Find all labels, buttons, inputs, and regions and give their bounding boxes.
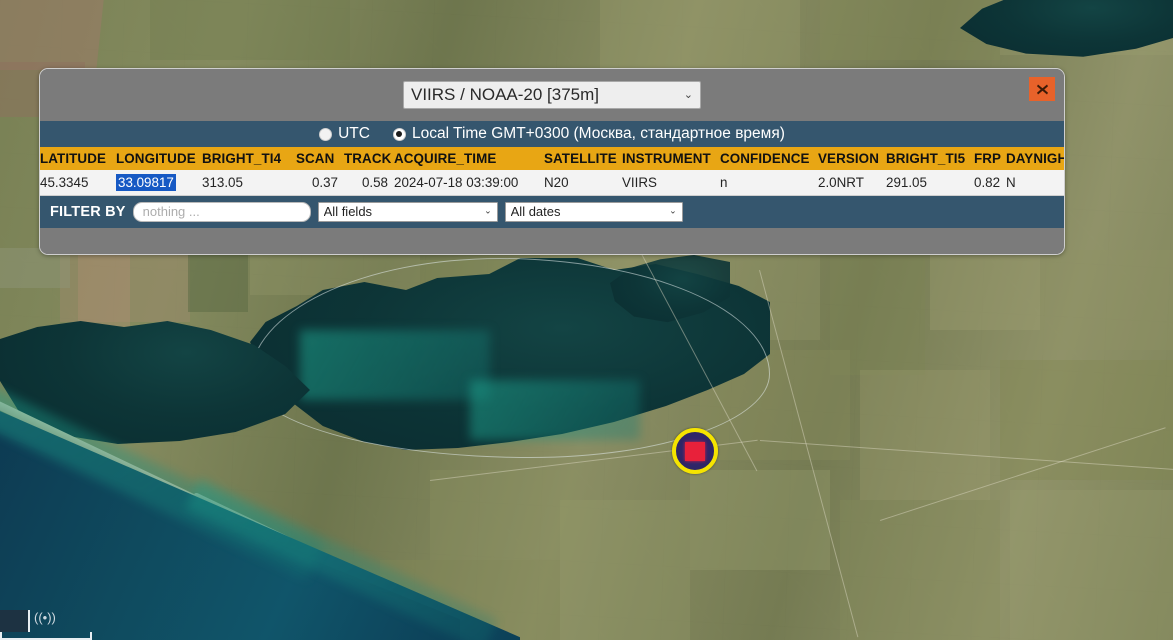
map-field-patch xyxy=(840,500,1000,640)
col-frp[interactable]: FRP xyxy=(974,147,1006,170)
cell-frp[interactable]: 0.82 xyxy=(974,170,1006,196)
map-field-patch xyxy=(560,500,690,640)
fields-select[interactable]: All fields xyxy=(317,201,498,222)
map-scale-tick xyxy=(90,632,92,640)
col-satellite[interactable]: SATELLITE xyxy=(544,147,622,170)
cell-bright-ti5[interactable]: 291.05 xyxy=(886,170,974,196)
cell-daynight[interactable]: N xyxy=(1006,170,1064,196)
sensor-select[interactable]: VIIRS / NOAA-20 [375m] xyxy=(403,81,701,109)
dates-select[interactable]: All dates xyxy=(504,201,683,222)
cell-version[interactable]: 2.0NRT xyxy=(818,170,886,196)
table-row[interactable]: 45.3345 33.09817 313.05 0.37 0.58 2024-0… xyxy=(40,170,1064,196)
cell-latitude[interactable]: 45.3345 xyxy=(40,170,116,196)
col-instrument[interactable]: INSTRUMENT xyxy=(622,147,720,170)
map-scale-box xyxy=(0,610,30,632)
col-bright-ti5[interactable]: BRIGHT_TI5 xyxy=(886,147,974,170)
dates-select-wrapper: All dates ⌄ xyxy=(504,201,683,222)
timezone-bar: UTC Local Time GMT+0300 (Москва, стандар… xyxy=(40,121,1064,147)
map-field-patch xyxy=(690,470,830,570)
wifi-icon: ((•)) xyxy=(34,610,56,625)
cell-instrument[interactable]: VIIRS xyxy=(622,170,720,196)
fields-select-wrapper: All fields ⌄ xyxy=(317,201,498,222)
cell-satellite[interactable]: N20 xyxy=(544,170,622,196)
map-field-patch xyxy=(188,252,248,312)
cell-bright-ti4[interactable]: 313.05 xyxy=(202,170,296,196)
col-longitude[interactable]: LONGITUDE xyxy=(116,147,202,170)
filter-input[interactable] xyxy=(132,201,311,222)
cell-longitude[interactable]: 33.09817 xyxy=(116,170,202,196)
fire-detection-marker[interactable] xyxy=(672,428,718,474)
fire-marker-core xyxy=(685,441,705,461)
map-field-patch xyxy=(930,250,1040,330)
table-body: 45.3345 33.09817 313.05 0.37 0.58 2024-0… xyxy=(40,170,1064,196)
table-header: LATITUDE LONGITUDE BRIGHT_TI4 SCAN TRACK… xyxy=(40,147,1064,170)
map-field-patch xyxy=(1040,250,1173,350)
filter-label: FILTER BY xyxy=(50,203,126,220)
col-latitude[interactable]: LATITUDE xyxy=(40,147,116,170)
map-scale-tick xyxy=(0,632,2,640)
utc-radio-label: UTC xyxy=(338,125,370,142)
col-bright-ti4[interactable]: BRIGHT_TI4 xyxy=(202,147,296,170)
col-scan[interactable]: SCAN xyxy=(296,147,344,170)
cell-longitude-selected[interactable]: 33.09817 xyxy=(116,173,176,191)
map-field-patch xyxy=(150,0,350,60)
fire-results-table: LATITUDE LONGITUDE BRIGHT_TI4 SCAN TRACK… xyxy=(40,147,1064,196)
map-field-patch xyxy=(600,0,800,70)
map-field-patch xyxy=(0,0,104,70)
col-acquire-time[interactable]: ACQUIRE_TIME xyxy=(394,147,544,170)
panel-header: VIIRS / NOAA-20 [375m] ⌄ xyxy=(40,69,1064,121)
panel-footer xyxy=(40,227,1064,254)
close-icon xyxy=(1036,84,1048,94)
utc-radio-option[interactable]: UTC xyxy=(319,125,370,143)
filter-bar: FILTER BY All fields ⌄ All dates ⌄ xyxy=(40,195,1064,228)
map-field-patch xyxy=(430,470,580,560)
cell-scan[interactable]: 0.37 xyxy=(296,170,344,196)
cell-confidence[interactable]: n xyxy=(720,170,818,196)
col-track[interactable]: TRACK xyxy=(344,147,394,170)
local-time-radio[interactable] xyxy=(392,127,406,141)
map-field-patch xyxy=(860,370,990,500)
col-version[interactable]: VERSION xyxy=(818,147,886,170)
col-confidence[interactable]: CONFIDENCE xyxy=(720,147,818,170)
local-time-radio-option[interactable]: Local Time GMT+0300 (Москва, стандартное… xyxy=(392,125,785,143)
cell-acquire-time[interactable]: 2024-07-18 03:39:00 xyxy=(394,170,544,196)
local-time-radio-label: Local Time GMT+0300 (Москва, стандартное… xyxy=(411,125,785,142)
cell-track[interactable]: 0.58 xyxy=(344,170,394,196)
fire-data-panel: VIIRS / NOAA-20 [375m] ⌄ UTC Local Time … xyxy=(39,68,1065,255)
utc-radio[interactable] xyxy=(319,127,333,141)
col-daynight[interactable]: DAYNIGHT xyxy=(1006,147,1064,170)
map-scale-widget: ((•)) xyxy=(0,610,92,640)
sensor-select-wrapper: VIIRS / NOAA-20 [375m] ⌄ xyxy=(403,81,701,109)
map-field-patch xyxy=(1010,490,1173,640)
close-button[interactable] xyxy=(1029,77,1055,101)
table-header-row: LATITUDE LONGITUDE BRIGHT_TI4 SCAN TRACK… xyxy=(40,147,1064,170)
